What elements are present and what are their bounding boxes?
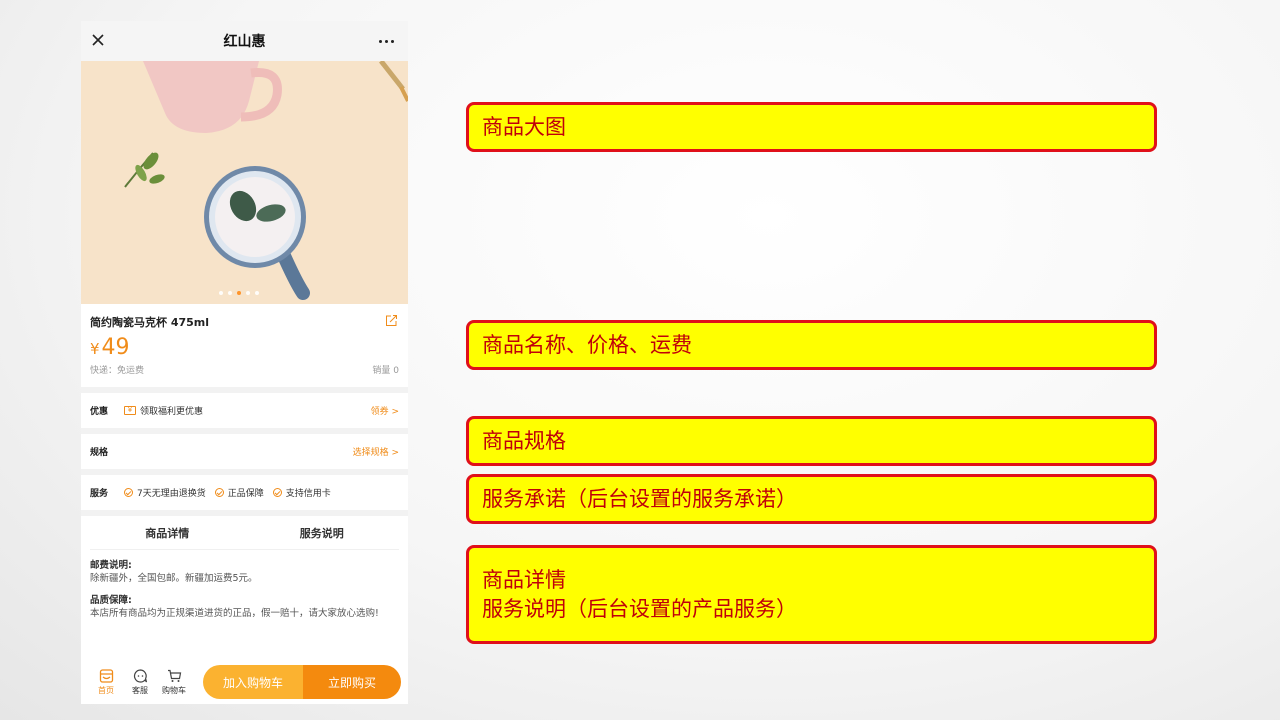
share-icon[interactable] [385,314,398,327]
service-item: 正品保障 [214,486,264,499]
close-icon[interactable] [90,32,106,48]
service-item: 7天无理由退换货 [124,486,206,499]
buy-now-button[interactable]: 立即购买 [303,665,401,699]
coupon-text: 领取福利更优惠 [140,407,204,417]
annotation-name-price: 商品名称、价格、运费 [466,320,1157,370]
bottom-action-bar: 首页 客服 购物车 加入购物车 立即购买 [81,660,408,704]
chat-icon [133,668,147,683]
check-circle-icon [272,488,282,497]
sales-count: 销量 0 [372,366,399,376]
shipping-info: 快递：免运费 [90,366,145,376]
carousel-indicator[interactable] [219,291,259,295]
quality-note: 品质保障: 本店所有商品均为正规渠道进货的正品，假一赔十，请大家放心选购! [90,595,379,619]
annotation-service: 服务承诺（后台设置的服务承诺） [466,474,1157,524]
cart-button[interactable]: 购物车 [157,669,191,696]
tab-product-detail[interactable]: 商品详情 [90,525,245,541]
product-price: ¥49 [90,335,399,360]
check-circle-icon [124,488,133,497]
product-name: 简约陶瓷马克杯 475ml [90,316,210,329]
check-circle-icon [214,488,224,497]
service-item: 支持信用卡 [272,486,331,499]
store-icon [99,668,113,683]
tab-service-description[interactable]: 服务说明 [245,525,400,541]
product-hero-image[interactable] [81,61,408,304]
product-info: 简约陶瓷马克杯 475ml ¥49 快递：免运费 销量 0 [81,304,408,387]
spec-row[interactable]: 规格 选择规格 > [81,434,408,469]
annotation-detail: 商品详情 服务说明（后台设置的产品服务） [466,545,1157,644]
top-nav-bar: 红山惠 [81,21,408,61]
coupon-row[interactable]: 优惠 ¥ 领取福利更优惠 领券 > [81,393,408,428]
more-icon[interactable] [379,40,394,43]
shipping-note: 邮费说明: 除新疆外，全国包邮。新疆加运费5元。 [90,560,258,584]
add-to-cart-button[interactable]: 加入购物车 [203,665,303,699]
select-spec-link[interactable]: 选择规格 > [353,445,399,458]
price-value: 49 [101,335,130,360]
service-row: 服务 7天无理由退换货 正品保障 支持信用卡 [81,475,408,510]
detail-section: 商品详情 服务说明 邮费说明: 除新疆外，全国包邮。新疆加运费5元。 品质保障:… [81,516,408,666]
annotation-hero-image: 商品大图 [466,102,1157,152]
phone-screen: 红山惠 简约陶瓷马克杯 475ml ¥49 快递：免运费 销量 0 优惠 ¥ 领… [81,21,408,704]
cart-icon [167,669,181,682]
coupon-label: 优惠 [90,407,109,417]
spec-label: 规格 [90,448,109,458]
detail-tabs: 商品详情 服务说明 [90,516,399,550]
page-title: 红山惠 [223,34,266,50]
customer-service-button[interactable]: 客服 [123,668,157,696]
coupon-icon: ¥ [124,406,136,415]
service-label: 服务 [90,489,109,499]
home-button[interactable]: 首页 [89,668,123,696]
currency-symbol: ¥ [90,340,100,358]
annotation-spec: 商品规格 [466,416,1157,466]
get-coupon-link[interactable]: 领券 > [371,404,399,417]
